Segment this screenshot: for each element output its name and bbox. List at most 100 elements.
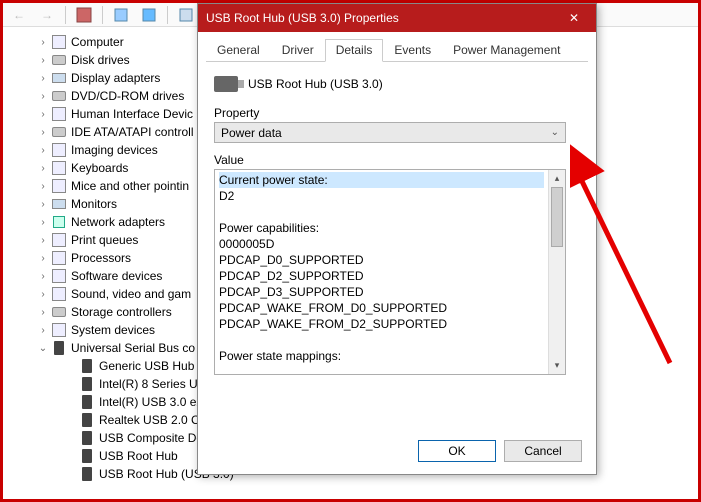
value-line[interactable]: PDCAP_D3_SUPPORTED <box>219 284 544 300</box>
tool-b[interactable] <box>137 5 161 25</box>
mouse-icon <box>51 178 67 194</box>
scrollbar[interactable]: ▴ ▾ <box>548 170 565 374</box>
usb-icon <box>51 340 67 356</box>
back-button[interactable]: ← <box>7 5 31 25</box>
property-select[interactable]: Power data ⌄ <box>214 122 566 143</box>
scroll-down-icon[interactable]: ▾ <box>549 357 565 374</box>
ok-button[interactable]: OK <box>418 440 496 462</box>
tree-item-label: Imaging devices <box>71 143 158 157</box>
ide-icon <box>51 124 67 140</box>
tree-item-label: Network adapters <box>71 215 165 229</box>
tree-item-label: Monitors <box>71 197 117 211</box>
tree-item-label: USB Root Hub <box>99 449 178 463</box>
tree-item-label: Generic USB Hub <box>99 359 194 373</box>
up-button[interactable] <box>72 5 96 25</box>
usb-icon <box>79 412 95 428</box>
tree-item-label: Display adapters <box>71 71 160 85</box>
network-icon <box>51 214 67 230</box>
tree-item-label: Computer <box>71 35 124 49</box>
titlebar[interactable]: USB Root Hub (USB 3.0) Properties ✕ <box>198 4 596 32</box>
value-line[interactable] <box>219 332 544 348</box>
tree-item-label: Software devices <box>71 269 162 283</box>
expander-icon[interactable]: › <box>37 109 49 120</box>
value-line[interactable]: PDCAP_D0_SUPPORTED <box>219 252 544 268</box>
expander-icon[interactable]: › <box>37 91 49 102</box>
usb-icon <box>79 430 95 446</box>
expander-icon[interactable]: › <box>37 253 49 264</box>
value-line[interactable]: PDCAP_WAKE_FROM_D0_SUPPORTED <box>219 300 544 316</box>
expander-icon[interactable]: › <box>37 289 49 300</box>
tree-item-label: USB Composite Devi <box>99 431 212 445</box>
sound-icon <box>51 286 67 302</box>
dialog-title: USB Root Hub (USB 3.0) Properties <box>206 11 552 25</box>
value-listbox[interactable]: Current power state:D2 Power capabilities… <box>214 169 566 375</box>
toolbar-sep <box>167 6 168 24</box>
cpu-icon <box>51 250 67 266</box>
value-line[interactable]: 0000005D <box>219 236 544 252</box>
value-line[interactable]: Power state mappings: <box>219 348 544 364</box>
tree-item-label: Human Interface Devic <box>71 107 193 121</box>
tree-item-label: Realtek USB 2.0 Car <box>99 413 210 427</box>
tab-driver[interactable]: Driver <box>271 39 325 62</box>
value-line[interactable]: PDCAP_D2_SUPPORTED <box>219 268 544 284</box>
expander-icon[interactable]: › <box>37 163 49 174</box>
device-name: USB Root Hub (USB 3.0) <box>248 77 383 91</box>
display-icon <box>51 70 67 86</box>
tree-item-label: Print queues <box>71 233 138 247</box>
value-line[interactable]: Power capabilities: <box>219 220 544 236</box>
tree-item-label: System devices <box>71 323 155 337</box>
tree-item-label: Universal Serial Bus co <box>71 341 195 355</box>
hid-icon <box>51 106 67 122</box>
value-label: Value <box>214 153 580 167</box>
tree-item-label: Processors <box>71 251 131 265</box>
expander-icon[interactable]: › <box>37 145 49 156</box>
tree-item-label: Disk drives <box>71 53 130 67</box>
tab-events[interactable]: Events <box>383 39 442 62</box>
value-line[interactable]: D2 <box>219 188 544 204</box>
tab-general[interactable]: General <box>206 39 271 62</box>
scroll-thumb[interactable] <box>551 187 563 247</box>
close-button[interactable]: ✕ <box>552 4 596 32</box>
expander-icon[interactable]: › <box>37 55 49 66</box>
property-value: Power data <box>221 126 282 140</box>
scroll-track[interactable] <box>549 187 565 357</box>
expander-icon[interactable]: › <box>37 199 49 210</box>
device-header: USB Root Hub (USB 3.0) <box>214 76 580 92</box>
tree-item-label: Sound, video and gam <box>71 287 191 301</box>
tool-c[interactable] <box>174 5 198 25</box>
properties-dialog: USB Root Hub (USB 3.0) Properties ✕ Gene… <box>197 3 597 475</box>
usb-icon <box>214 76 238 92</box>
expander-icon[interactable]: › <box>37 127 49 138</box>
expander-icon[interactable]: › <box>37 73 49 84</box>
expander-icon[interactable]: ⌄ <box>37 343 49 354</box>
expander-icon[interactable]: › <box>37 271 49 282</box>
expander-icon[interactable]: › <box>37 307 49 318</box>
tool-a[interactable] <box>109 5 133 25</box>
cd-icon <box>51 88 67 104</box>
toolbar-sep <box>102 6 103 24</box>
value-line[interactable]: Current power state: <box>219 172 544 188</box>
tree-item-label: Keyboards <box>71 161 128 175</box>
tab-details[interactable]: Details <box>325 39 384 62</box>
cancel-button[interactable]: Cancel <box>504 440 582 462</box>
toolbar-sep <box>65 6 66 24</box>
expander-icon[interactable]: › <box>37 37 49 48</box>
expander-icon[interactable]: › <box>37 217 49 228</box>
keyboard-icon <box>51 160 67 176</box>
usb-icon <box>79 466 95 482</box>
monitor-icon <box>51 196 67 212</box>
value-line[interactable]: PDCAP_WAKE_FROM_D2_SUPPORTED <box>219 316 544 332</box>
expander-icon[interactable]: › <box>37 235 49 246</box>
tree-item-label: IDE ATA/ATAPI controll <box>71 125 193 139</box>
expander-icon[interactable]: › <box>37 325 49 336</box>
camera-icon <box>51 142 67 158</box>
tree-item-label: DVD/CD-ROM drives <box>71 89 184 103</box>
usb-icon <box>79 358 95 374</box>
tree-item-label: Mice and other pointin <box>71 179 189 193</box>
chevron-down-icon: ⌄ <box>551 127 559 138</box>
expander-icon[interactable]: › <box>37 181 49 192</box>
forward-button[interactable]: → <box>35 5 59 25</box>
value-line[interactable] <box>219 204 544 220</box>
scroll-up-icon[interactable]: ▴ <box>549 170 565 187</box>
tab-power-management[interactable]: Power Management <box>442 39 571 62</box>
